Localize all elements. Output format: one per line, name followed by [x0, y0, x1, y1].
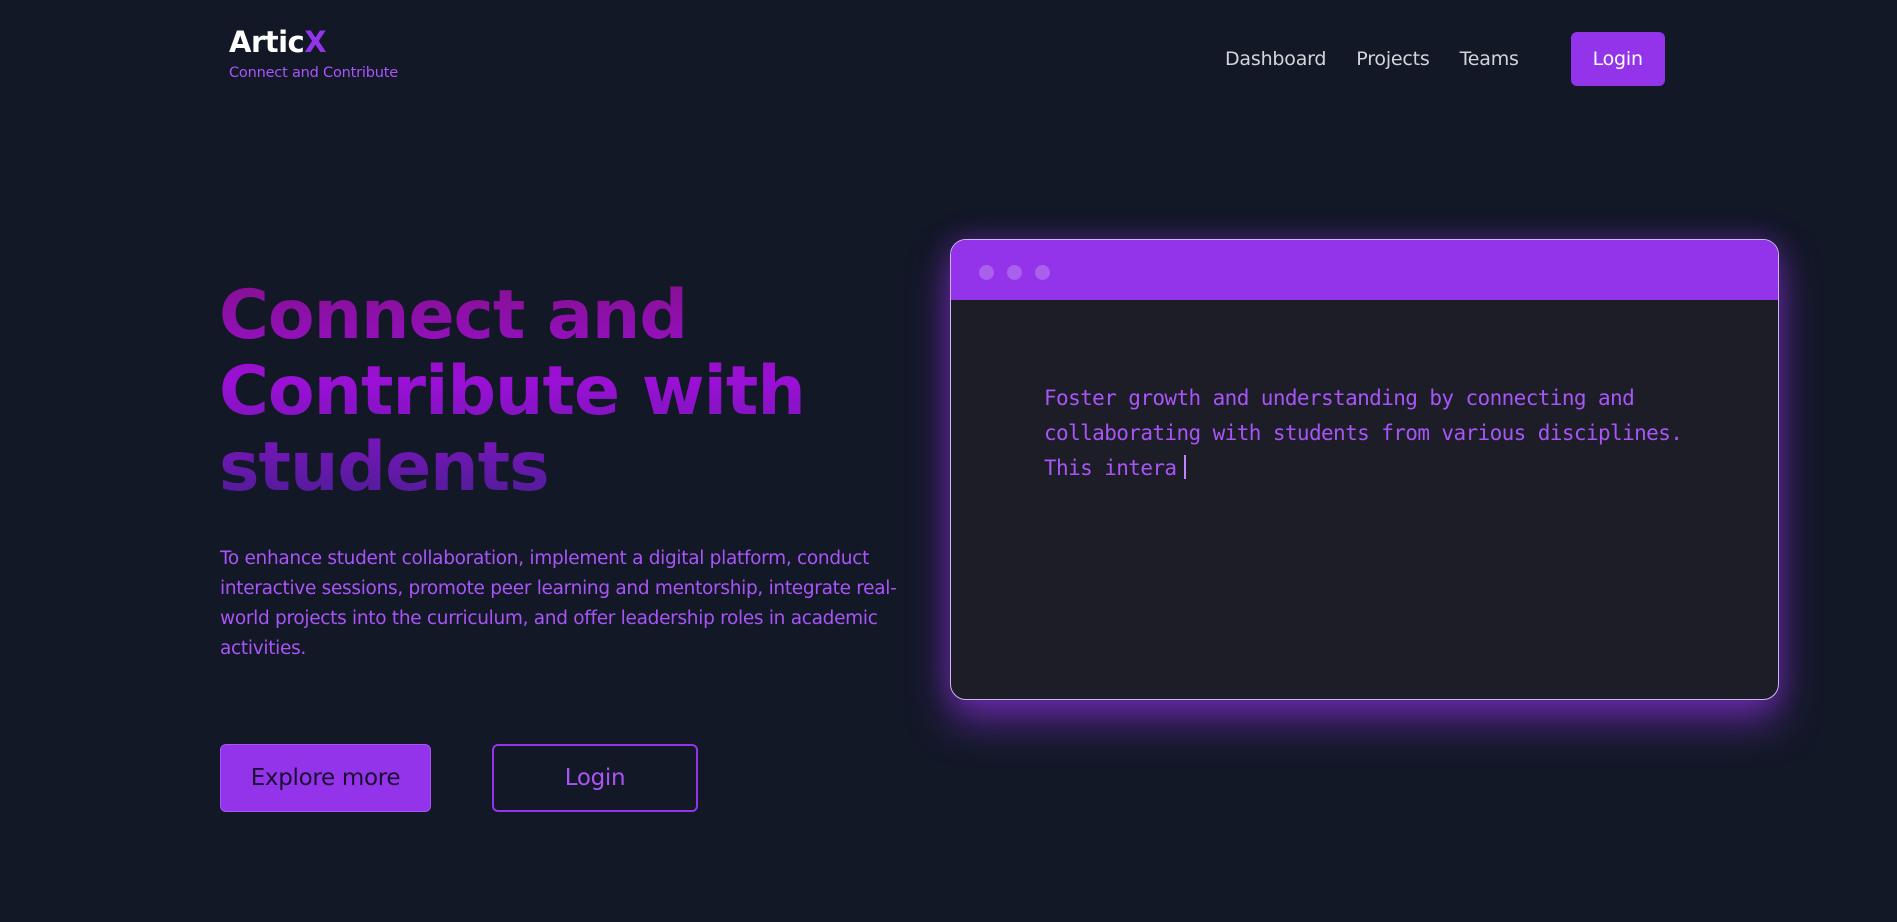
explore-more-button[interactable]: Explore more: [220, 744, 431, 812]
brand[interactable]: ArticX Connect and Contribute: [229, 28, 398, 82]
nav-login-button[interactable]: Login: [1570, 32, 1665, 86]
logo-main: Artic: [229, 25, 305, 59]
window-dot-icon: [1035, 265, 1050, 280]
logo[interactable]: ArticX: [229, 28, 398, 57]
window-dot-icon: [979, 265, 994, 280]
code-window: Foster growth and understanding by conne…: [950, 239, 1779, 700]
nav-link-projects[interactable]: Projects: [1356, 48, 1430, 70]
typed-text: Foster growth and understanding by conne…: [1044, 386, 1683, 480]
text-cursor-icon: [1184, 455, 1187, 479]
landing-page: ArticX Connect and Contribute Dashboard …: [0, 0, 1897, 922]
hero-login-button[interactable]: Login: [492, 744, 698, 812]
brand-tagline: Connect and Contribute: [229, 65, 398, 81]
main-nav: Dashboard Projects Teams Login: [1225, 32, 1665, 86]
hero-description: To enhance student collaboration, implem…: [220, 548, 897, 659]
window-dot-icon: [1007, 265, 1022, 280]
hero-title: Connect and Contribute with students: [219, 278, 899, 506]
nav-link-teams[interactable]: Teams: [1460, 48, 1519, 70]
window-body: Foster growth and understanding by conne…: [951, 300, 1778, 486]
window-titlebar: [951, 240, 1778, 300]
logo-accent: X: [304, 25, 327, 59]
nav-link-dashboard[interactable]: Dashboard: [1225, 48, 1326, 70]
typewriter-text: Foster growth and understanding by conne…: [1044, 381, 1704, 486]
